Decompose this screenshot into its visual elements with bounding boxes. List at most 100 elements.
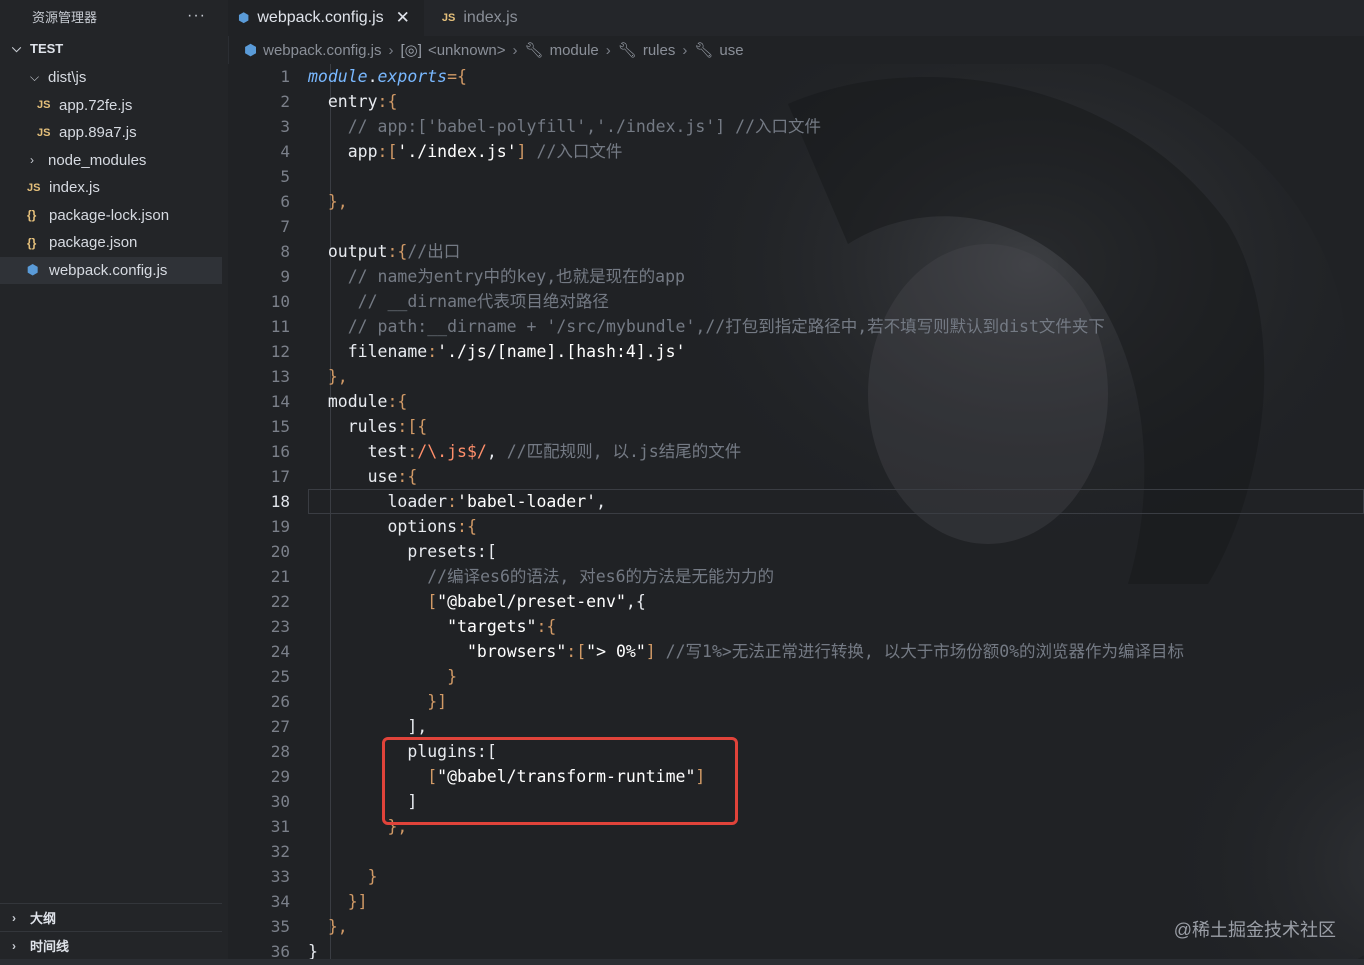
explorer-header: 资源管理器 ···	[0, 0, 228, 32]
watermark: @稀土掘金技术社区	[1173, 920, 1336, 940]
tree-item-app-89a7[interactable]: JS app.89a7.js	[0, 119, 228, 147]
timeline-label: 时间线	[30, 939, 70, 954]
explorer-title: 资源管理器	[32, 9, 98, 25]
tree-item-label: app.72fe.js	[59, 96, 133, 114]
line-number: 23	[270, 617, 290, 636]
tree-item-package-json[interactable]: {} package.json	[0, 229, 228, 257]
tab-label: index.js	[463, 9, 518, 26]
line-number: 32	[270, 842, 290, 861]
webpack-file-icon: ⬢	[238, 10, 250, 25]
close-icon[interactable]: ✕	[396, 8, 410, 28]
line-number: 20	[270, 542, 290, 561]
breadcrumb-module[interactable]: module	[550, 42, 599, 59]
timeline-section[interactable]: › 时间线	[0, 931, 222, 959]
code-line-15: rules:[{	[308, 417, 428, 436]
tab-webpack-config[interactable]: ⬢ webpack.config.js ✕	[228, 0, 424, 36]
webpack-file-icon: ⬢	[27, 262, 39, 278]
js-file-icon: JS	[37, 126, 51, 139]
line-number: 19	[270, 517, 290, 536]
line-number: 4	[280, 142, 290, 161]
line-number: 24	[270, 642, 290, 661]
line-number: 7	[280, 217, 290, 236]
line-number: 22	[270, 592, 290, 611]
line-number: 30	[270, 792, 290, 811]
tree-item-dist-js[interactable]: ⌵ dist\js	[0, 64, 228, 92]
tree-item-app-72fe[interactable]: JS app.72fe.js	[0, 92, 228, 120]
chevron-right-icon: ›	[30, 153, 34, 168]
line-number: 10	[270, 292, 290, 311]
line-number: 12	[270, 342, 290, 361]
tab-index-js[interactable]: JS index.js	[424, 0, 554, 36]
chevron-right-icon: ›	[388, 41, 394, 59]
code-line-6: },	[308, 192, 348, 211]
line-number: 27	[270, 717, 290, 736]
wrench-icon: 🔧︎	[617, 42, 637, 59]
code-line-9: // name为entry中的key,也就是现在的app	[308, 267, 685, 286]
wrench-icon: 🔧︎	[524, 42, 544, 59]
code-line-19: options:{	[308, 517, 477, 536]
tree-item-webpack-config[interactable]: ⬢ webpack.config.js	[0, 256, 222, 284]
project-name: TEST	[30, 40, 64, 56]
code-line-12: filename:'./js/[name].[hash:4].js'	[308, 342, 686, 361]
code-line-17: use:{	[308, 467, 418, 486]
code-line-10: // __dirname代表项目绝对路径	[308, 292, 609, 311]
line-number: 11	[270, 317, 290, 336]
line-number: 15	[270, 417, 290, 436]
line-number: 9	[280, 267, 290, 286]
json-file-icon: {}	[27, 208, 37, 223]
wrench-icon: 🔧︎	[694, 42, 714, 59]
tree-item-package-lock[interactable]: {} package-lock.json	[0, 202, 228, 230]
code-line-34: }]	[308, 892, 368, 911]
breadcrumb-rules[interactable]: rules	[643, 42, 676, 59]
breadcrumb-use[interactable]: use	[719, 42, 743, 59]
tree-item-label: app.89a7.js	[59, 124, 137, 142]
code-line-13: },	[308, 367, 348, 386]
js-file-icon: JS	[37, 99, 51, 112]
project-section[interactable]: ⌵ TEST	[0, 32, 228, 64]
line-number: 33	[270, 867, 290, 886]
code-line-27: ],	[308, 717, 428, 736]
code-editor[interactable]: 1 2 3 4 5 6 7 8 9 10 11 12 13 14 15 16 17 18 19 20 21 22 23 24 2…	[228, 64, 1364, 965]
code-line-24: "browsers":["> 0%"] //写1%>无法正常进行转换, 以大于市…	[466, 642, 1185, 661]
code-line-26: }]	[308, 692, 448, 711]
code-line-25: }	[308, 667, 458, 686]
code-line-3: // app:['babel-polyfill','./index.js'] /…	[308, 117, 822, 136]
line-number: 21	[270, 567, 290, 586]
chevron-down-icon: ⌵	[12, 40, 22, 55]
line-number: 18	[270, 492, 290, 511]
chevron-right-icon: ›	[682, 41, 688, 59]
code-lines: module.exports={ entry:{ // app:['babel-…	[308, 64, 1364, 964]
code-line-18-current: loader:'babel-loader',	[308, 489, 1364, 514]
line-number: 8	[280, 242, 290, 261]
tree-item-index-js[interactable]: JS index.js	[0, 174, 228, 202]
editor-tabs: ⬢ webpack.config.js ✕ JS index.js	[228, 0, 1364, 36]
tree-item-label: package-lock.json	[49, 206, 170, 224]
line-number: 1	[280, 67, 290, 86]
outline-section[interactable]: › 大纲	[0, 903, 222, 931]
code-line-22: ["@babel/preset-env",{	[308, 592, 646, 611]
line-number: 28	[270, 742, 290, 761]
code-line-23: "targets":{	[447, 617, 557, 636]
code-line-8: output:{//出口	[308, 242, 461, 261]
more-actions-icon[interactable]: ···	[187, 7, 206, 25]
line-number: 31	[270, 817, 290, 836]
webpack-file-icon: ⬢	[244, 42, 258, 59]
breadcrumb-unknown[interactable]: <unknown>	[428, 42, 506, 59]
status-strip	[0, 959, 1364, 965]
code-line-21: //编译es6的语法, 对es6的方法是无能为力的	[308, 567, 775, 586]
line-number: 13	[270, 367, 290, 386]
line-number: 25	[270, 667, 290, 686]
line-number: 2	[280, 92, 290, 111]
plugins-highlight-box	[382, 737, 738, 825]
chevron-down-icon: ⌵	[30, 70, 40, 85]
tree-item-node-modules[interactable]: › node_modules	[0, 147, 228, 175]
outline-label: 大纲	[30, 911, 57, 926]
line-number: 35	[270, 917, 290, 936]
object-icon: [◎]	[400, 42, 422, 59]
line-number: 34	[270, 892, 290, 911]
line-number-gutter: 1 2 3 4 5 6 7 8 9 10 11 12 13 14 15 16 17 18 19 20 21 22 23 24 2…	[228, 64, 290, 964]
chevron-right-icon: ›	[12, 938, 16, 953]
tree-item-label: package.json	[49, 234, 138, 252]
js-file-icon: JS	[441, 12, 456, 24]
breadcrumb-file[interactable]: webpack.config.js	[263, 42, 381, 59]
